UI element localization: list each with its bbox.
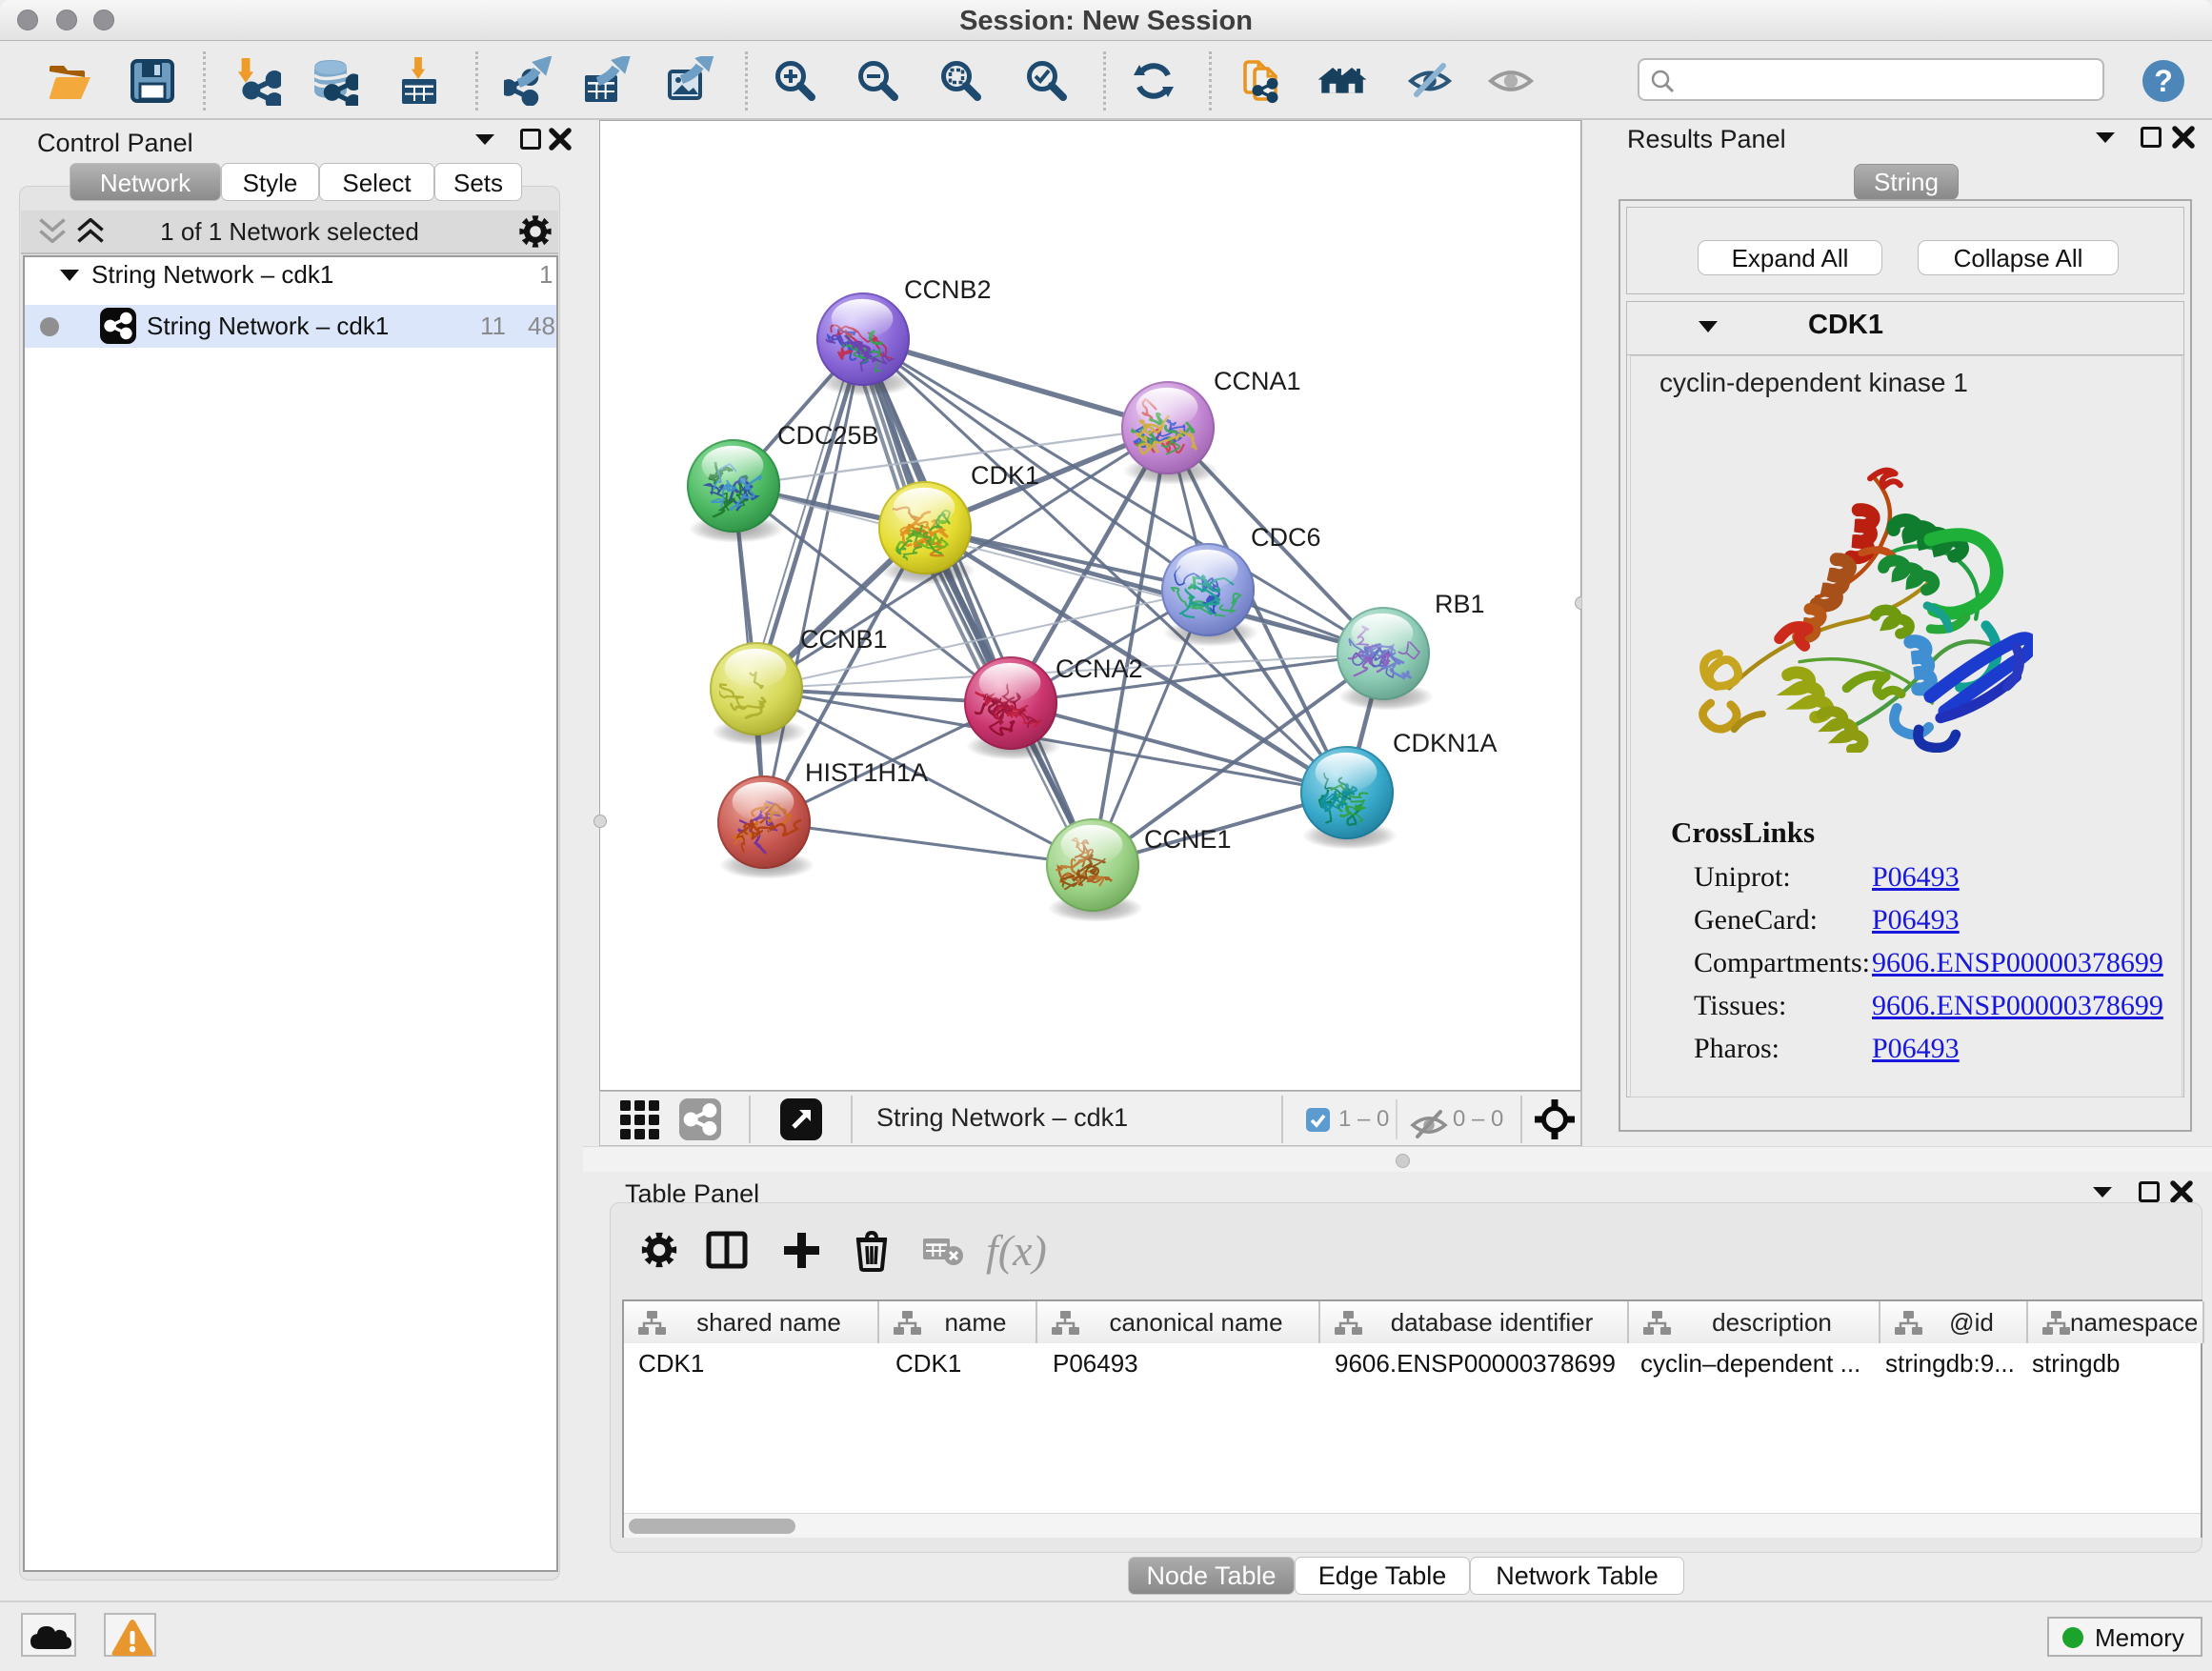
svg-text:CDC6: CDC6	[1251, 523, 1321, 552]
svg-text:CCNB2: CCNB2	[904, 275, 992, 304]
svg-text:CCNA1: CCNA1	[1214, 367, 1301, 395]
svg-text:HIST1H1A: HIST1H1A	[805, 758, 928, 787]
svg-text:CDK1: CDK1	[971, 461, 1039, 490]
svg-text:CDC25B: CDC25B	[777, 421, 879, 450]
svg-text:RB1: RB1	[1435, 590, 1485, 618]
svg-text:?: ?	[2154, 64, 2173, 98]
svg-text:CCNA2: CCNA2	[1056, 654, 1143, 683]
svg-text:CDKN1A: CDKN1A	[1393, 729, 1498, 757]
svg-text:CCNB1: CCNB1	[800, 625, 888, 654]
svg-text:CCNE1: CCNE1	[1144, 825, 1232, 854]
